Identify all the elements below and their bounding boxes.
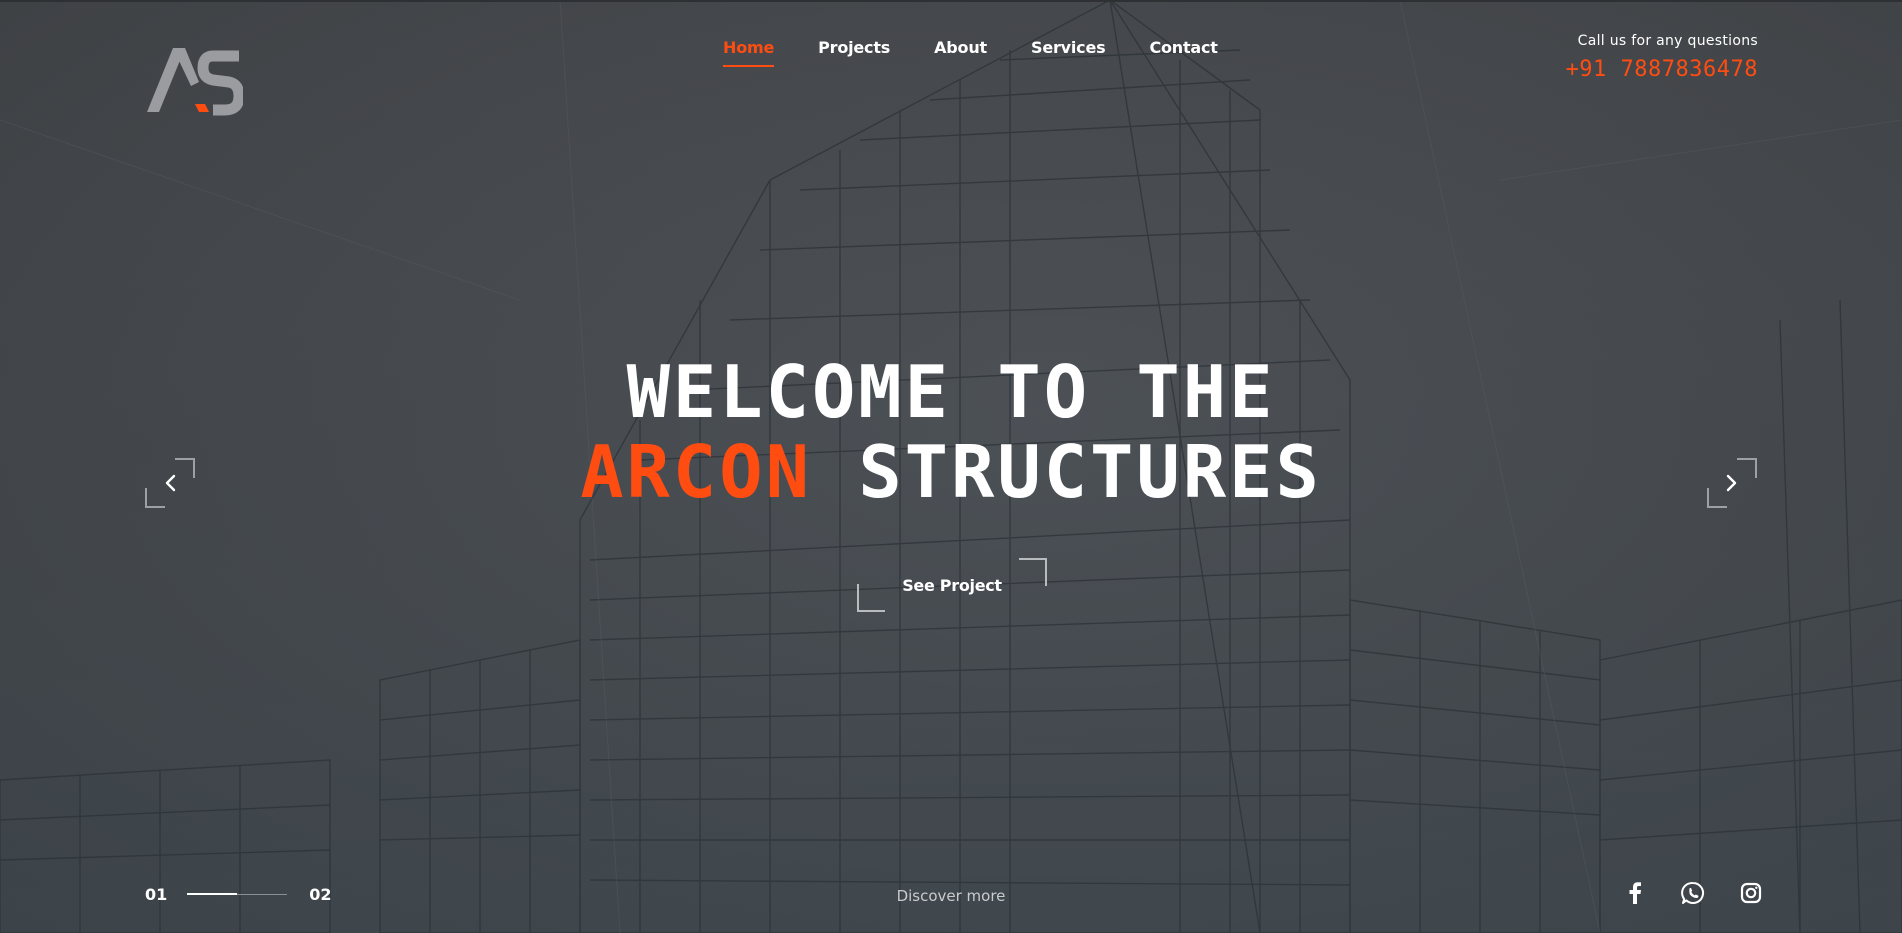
see-project-button[interactable]: See Project [857,558,1047,612]
nav-projects[interactable]: Projects [818,38,890,67]
facebook-icon[interactable] [1620,878,1650,908]
hero-line-2: ARCON STRUCTURES [0,432,1902,512]
contact-label: Call us for any questions [1577,33,1758,49]
whatsapp-icon[interactable] [1678,878,1708,908]
discover-more-link[interactable]: Discover more [0,887,1902,905]
contact-phone[interactable]: +91 7887836478 [1566,57,1758,82]
hero-line-1: WELCOME TO THE [626,350,1276,434]
hero-accent-word: ARCON [580,430,812,514]
prev-slide-button[interactable] [145,458,195,508]
button-corner-bottom-left [857,584,885,612]
hero-rest-word: STRUCTURES [858,430,1322,514]
nav-contact[interactable]: Contact [1149,38,1218,67]
instagram-icon[interactable] [1736,878,1766,908]
chevron-right-icon [1726,474,1737,492]
next-slide-button[interactable] [1707,458,1757,508]
see-project-label: See Project [902,575,1002,595]
contact-block: Call us for any questions +91 7887836478 [1566,33,1758,82]
top-border [0,0,1902,2]
nav-about[interactable]: About [934,38,987,67]
hero-heading: WELCOME TO THE ARCON STRUCTURES [0,352,1902,512]
main-nav: Home Projects About Services Contact [723,38,1262,67]
nav-home[interactable]: Home [723,38,774,67]
hero-page: Home Projects About Services Contact Cal… [0,0,1902,933]
nav-services[interactable]: Services [1031,38,1106,67]
logo-icon[interactable] [147,46,243,116]
button-corner-top-right [1019,558,1047,586]
chevron-left-icon [165,474,176,492]
social-links [1620,878,1794,908]
